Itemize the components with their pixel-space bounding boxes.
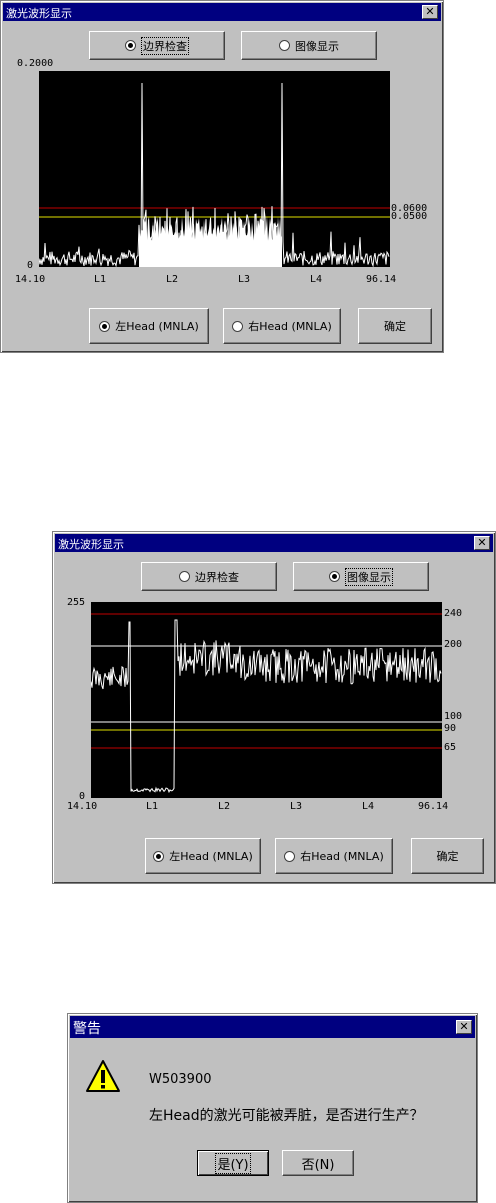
laser-waveform-dialog-2: 激光波形显示 ✕ 边界检查 图像显示 255 0 240 200 100 90 …	[52, 531, 496, 884]
right-head-radio[interactable]: 右Head (MNLA)	[223, 308, 341, 344]
x-label-l4: L4	[362, 801, 375, 812]
radio-image-display[interactable]: 图像显示	[293, 562, 429, 591]
x-label-l2: L2	[166, 274, 179, 285]
no-label: 否(N)	[301, 1157, 335, 1173]
radio-label: 右Head (MNLA)	[248, 320, 332, 333]
radio-unselected-icon	[232, 320, 244, 332]
radio-selected-icon	[125, 40, 136, 51]
radio-edge-check[interactable]: 边界检查	[141, 562, 277, 591]
y-min-label: 0	[27, 260, 34, 271]
radio-edge-check[interactable]: 边界检查	[89, 31, 225, 60]
waveform-plot	[39, 71, 390, 267]
warning-icon	[86, 1060, 120, 1092]
x-label-l1: L1	[146, 801, 159, 812]
radio-label: 左Head (MNLA)	[169, 850, 253, 863]
radio-selected-icon	[99, 320, 111, 332]
x-label-start: 14.10	[67, 801, 98, 812]
x-label-l3: L3	[290, 801, 303, 812]
right-label-65: 65	[444, 742, 457, 753]
radio-unselected-icon	[179, 571, 190, 582]
close-button[interactable]: ✕	[474, 536, 490, 550]
radio-unselected-icon	[279, 40, 290, 51]
close-button[interactable]: ✕	[422, 5, 438, 19]
warning-dialog: 警告 ✕ W503900 左Head的激光可能被弄脏，是否进行生产？ 是(Y) …	[67, 1013, 478, 1203]
right-label-100: 100	[444, 711, 463, 722]
close-button[interactable]: ✕	[456, 1020, 472, 1034]
ok-label: 确定	[436, 850, 459, 863]
radio-label: 图像显示	[295, 39, 339, 53]
warning-message: 左Head的激光可能被弄脏，是否进行生产？	[149, 1108, 424, 1124]
x-label-end: 96.14	[366, 274, 397, 285]
radio-image-display[interactable]: 图像显示	[241, 31, 377, 60]
x-label-l3: L3	[238, 274, 251, 285]
right-label-200: 200	[444, 639, 463, 650]
no-button[interactable]: 否(N)	[282, 1150, 354, 1176]
radio-label: 边界检查	[141, 36, 189, 55]
right-head-radio[interactable]: 右Head (MNLA)	[275, 838, 393, 874]
title-bar: 激光波形显示 ✕	[55, 534, 493, 552]
ok-button[interactable]: 确定	[358, 308, 432, 344]
x-label-end: 96.14	[418, 801, 449, 812]
warning-code: W503900	[149, 1072, 212, 1087]
x-label-l1: L1	[94, 274, 107, 285]
ok-label: 确定	[384, 320, 406, 333]
right-label-90: 90	[444, 723, 457, 734]
ok-button[interactable]: 确定	[411, 838, 484, 874]
radio-selected-icon	[329, 571, 340, 582]
y-max-label: 255	[67, 597, 86, 608]
waveform-plot	[91, 602, 442, 798]
radio-label: 边界检查	[195, 570, 239, 584]
left-head-radio[interactable]: 左Head (MNLA)	[89, 308, 209, 344]
x-label-l4: L4	[310, 274, 323, 285]
title-bar: 警告 ✕	[70, 1016, 475, 1038]
threshold-label-yellow: 0.0500	[391, 211, 428, 222]
radio-label: 图像显示	[345, 567, 393, 586]
window-title: 警告	[73, 1021, 101, 1037]
x-label-start: 14.10	[15, 274, 46, 285]
radio-unselected-icon	[284, 850, 296, 862]
window-title: 激光波形显示	[58, 538, 124, 551]
title-bar: 激光波形显示 ✕	[3, 3, 441, 21]
laser-waveform-dialog-1: 激光波形显示 ✕ 边界检查 图像显示 0.2000 0 0.0600 0.050…	[0, 0, 444, 353]
radio-selected-icon	[153, 850, 165, 862]
y-max-label: 0.2000	[17, 58, 54, 69]
left-head-radio[interactable]: 左Head (MNLA)	[145, 838, 261, 874]
right-label-240: 240	[444, 608, 463, 619]
yes-label: 是(Y)	[215, 1152, 251, 1174]
x-label-l2: L2	[218, 801, 231, 812]
radio-label: 左Head (MNLA)	[115, 320, 199, 333]
radio-label: 右Head (MNLA)	[300, 850, 384, 863]
yes-button[interactable]: 是(Y)	[197, 1150, 269, 1176]
window-title: 激光波形显示	[6, 7, 72, 20]
